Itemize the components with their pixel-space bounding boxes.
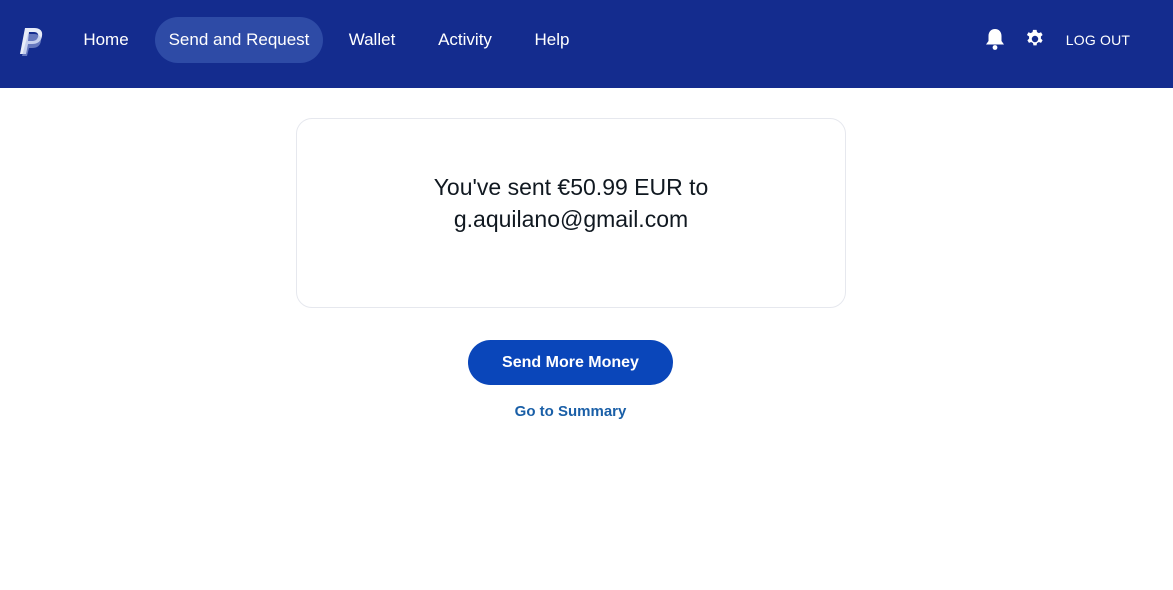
nav-wallet[interactable]: Wallet — [336, 17, 408, 63]
bell-icon[interactable] — [984, 27, 1006, 51]
recipient-email: g.aquilano@gmail.com — [453, 206, 689, 232]
nav-activity[interactable]: Activity — [425, 17, 505, 63]
top-navigation-bar: Home Send and Request Wallet Activity He… — [0, 0, 1173, 88]
logout-button[interactable]: LOG OUT — [1060, 27, 1136, 53]
confirmation-message: You've sent €50.99 EUR to g.aquilano@gma… — [297, 171, 845, 235]
gear-icon[interactable] — [1024, 27, 1046, 51]
confirmation-card: You've sent €50.99 EUR to g.aquilano@gma… — [296, 118, 846, 308]
nav-home[interactable]: Home — [70, 17, 142, 63]
send-more-money-button[interactable]: Send More Money — [468, 340, 673, 385]
confirmation-amount-text: You've sent €50.99 EUR to — [433, 174, 709, 200]
paypal-logo-icon[interactable] — [19, 26, 45, 56]
nav-send-and-request[interactable]: Send and Request — [155, 17, 323, 63]
nav-help[interactable]: Help — [522, 17, 582, 63]
go-to-summary-link[interactable]: Go to Summary — [470, 401, 671, 423]
